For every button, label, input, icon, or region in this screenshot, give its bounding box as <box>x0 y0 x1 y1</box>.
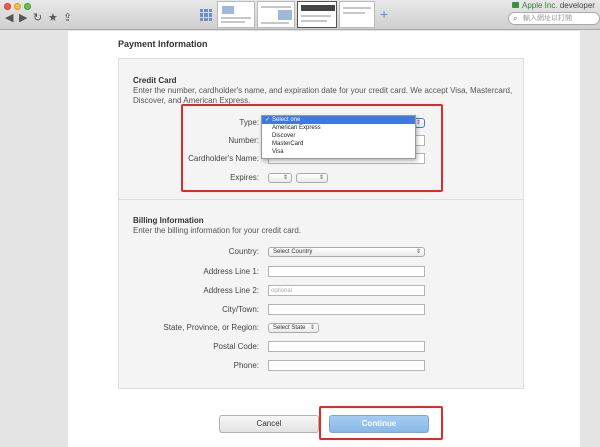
address2-placeholder: optional <box>271 288 293 294</box>
city-field[interactable] <box>268 304 425 315</box>
annotation-highlight-card-form <box>181 104 443 192</box>
address-search-field[interactable]: ⌕ 輸入網址以打開 <box>508 12 600 25</box>
tab-grid-icon[interactable] <box>200 9 212 21</box>
tab-thumbnail[interactable] <box>339 1 375 28</box>
back-icon[interactable]: ◀ <box>5 12 13 23</box>
phone-field[interactable] <box>268 360 425 371</box>
address2-field[interactable]: optional <box>268 285 425 296</box>
city-label: City/Town: <box>222 305 259 314</box>
address2-label: Address Line 2: <box>203 286 259 295</box>
cancel-button[interactable]: Cancel <box>219 415 319 433</box>
address-placeholder: 輸入網址以打開 <box>523 15 572 22</box>
address1-field[interactable] <box>268 266 425 277</box>
billing-heading: Billing Information <box>133 216 204 225</box>
phone-label: Phone: <box>233 361 259 370</box>
minimize-window-button[interactable] <box>14 3 21 10</box>
page-title: Payment Information <box>118 39 208 49</box>
lock-icon <box>512 2 519 8</box>
site-owner: Apple Inc. <box>522 1 558 10</box>
credit-card-heading: Credit Card <box>133 76 177 85</box>
site-identity: Apple Inc. developer <box>522 1 595 10</box>
reload-icon[interactable]: ↻ <box>33 12 42 23</box>
checkout-page: Payment Information Credit Card Enter th… <box>68 31 580 447</box>
country-label: Country: <box>228 247 259 256</box>
address1-label: Address Line 1: <box>203 267 259 276</box>
state-value: Select State <box>273 325 306 331</box>
browser-toolbar: ◀ ▶ ↻ ★ ⇪ + Apple Inc. developer ⌕ 輸入網址以… <box>0 0 600 30</box>
share-icon[interactable]: ⇪ <box>63 12 72 23</box>
tab-thumbnail[interactable] <box>217 1 255 28</box>
chevron-updown-icon: ⇕ <box>415 249 421 255</box>
tab-overview-strip: + <box>195 0 388 30</box>
state-label: State, Province, or Region: <box>163 323 259 332</box>
chevron-updown-icon: ⇕ <box>309 325 315 331</box>
postal-code-label: Postal Code: <box>213 342 259 351</box>
credit-card-description: Enter the number, cardholder's name, and… <box>133 86 513 105</box>
postal-code-field[interactable] <box>268 341 425 352</box>
continue-button[interactable]: Continue <box>329 415 429 433</box>
bookmark-star-icon[interactable]: ★ <box>48 12 58 23</box>
tab-thumbnail[interactable] <box>257 1 295 28</box>
close-window-button[interactable] <box>4 3 11 10</box>
tab-thumbnail-active[interactable] <box>297 1 337 28</box>
site-host: developer <box>559 1 595 10</box>
billing-description: Enter the billing information for your c… <box>133 226 302 235</box>
search-icon: ⌕ <box>513 14 518 23</box>
country-select[interactable]: Select Country ⇕ <box>268 247 425 257</box>
country-value: Select Country <box>273 249 313 255</box>
section-divider <box>119 199 523 200</box>
forward-icon[interactable]: ▶ <box>19 12 27 23</box>
new-tab-button[interactable]: + <box>380 7 388 21</box>
state-select[interactable]: Select State ⇕ <box>268 323 319 333</box>
zoom-window-button[interactable] <box>24 3 31 10</box>
